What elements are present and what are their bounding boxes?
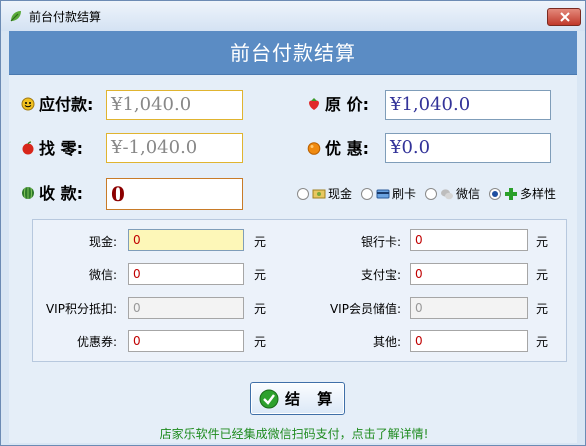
- other-label: 其他:: [372, 335, 401, 349]
- radio-wechat[interactable]: 微信: [425, 186, 487, 202]
- payment-window: 前台付款结算 前台付款结算 应付款: ¥1,040.0 找 零: ¥-1,040…: [0, 0, 586, 446]
- close-icon: [560, 12, 570, 22]
- wechat-label: 微信:: [88, 268, 117, 282]
- card-icon: [376, 189, 390, 199]
- radio-dot[interactable]: [489, 188, 501, 200]
- coupon-label: 优惠券:: [76, 335, 117, 349]
- cash-input[interactable]: 0: [128, 229, 244, 251]
- change-label: 找 零:: [39, 139, 83, 158]
- discount-field: ¥0.0: [385, 133, 551, 163]
- orange-icon: [307, 142, 321, 155]
- radio-mixed-label: 多样性: [520, 187, 557, 201]
- radio-card[interactable]: 刷卡: [361, 186, 423, 202]
- check-circle-icon: [259, 389, 279, 409]
- vip-points-label: VIP积分抵扣:: [45, 302, 117, 316]
- settle-button-label: 结 算: [285, 390, 339, 408]
- window-title: 前台付款结算: [29, 10, 102, 24]
- plus-icon: [505, 188, 517, 200]
- settle-button[interactable]: 结 算: [250, 382, 345, 415]
- alipay-label: 支付宝:: [360, 268, 401, 282]
- discount-label: 优 惠:: [325, 139, 369, 158]
- radio-wechat-label: 微信: [456, 187, 481, 201]
- vip-points-unit: 元: [254, 302, 267, 316]
- received-label: 收 款:: [39, 184, 83, 203]
- bankcard-unit: 元: [536, 235, 549, 249]
- radio-dot[interactable]: [297, 188, 309, 200]
- leaf-icon: [10, 11, 21, 22]
- strawberry-icon: [309, 98, 319, 110]
- cash-label: 现金:: [88, 235, 117, 249]
- bankcard-label: 银行卡:: [360, 235, 401, 249]
- coupon-unit: 元: [254, 335, 267, 349]
- wechat-icon: [441, 189, 453, 200]
- received-amount-input[interactable]: 0: [106, 178, 243, 210]
- radio-card-label: 刷卡: [392, 187, 417, 201]
- payable-label: 应付款:: [39, 95, 94, 114]
- watermelon-icon: [22, 187, 34, 199]
- change-amount-field: ¥-1,040.0: [106, 133, 243, 163]
- header-title: 前台付款结算: [230, 41, 356, 65]
- alipay-unit: 元: [536, 268, 549, 282]
- coupon-input[interactable]: 0: [128, 330, 244, 352]
- payable-amount-field: ¥1,040.0: [106, 90, 243, 120]
- alipay-input[interactable]: 0: [410, 263, 528, 285]
- cash-unit: 元: [254, 235, 267, 249]
- close-button[interactable]: [547, 8, 581, 26]
- radio-dot[interactable]: [425, 188, 437, 200]
- radio-mixed[interactable]: 多样性: [489, 186, 561, 202]
- wechat-unit: 元: [254, 268, 267, 282]
- bankcard-input[interactable]: 0: [410, 229, 528, 251]
- wechat-input[interactable]: 0: [128, 263, 244, 285]
- title-bar[interactable]: 前台付款结算: [1, 1, 585, 31]
- other-input[interactable]: 0: [410, 330, 528, 352]
- other-unit: 元: [536, 335, 549, 349]
- vip-points-input: 0: [128, 297, 244, 319]
- apple-icon: [22, 141, 34, 155]
- original-price-label: 原 价:: [325, 95, 369, 114]
- cash-icon: [312, 189, 326, 199]
- vip-stored-label: VIP会员储值:: [329, 302, 401, 316]
- radio-cash[interactable]: 现金: [297, 186, 359, 202]
- smiley-icon: [21, 97, 35, 111]
- vip-stored-input: 0: [410, 297, 528, 319]
- radio-cash-label: 现金: [328, 187, 353, 201]
- vip-stored-unit: 元: [536, 302, 549, 316]
- promo-link[interactable]: 店家乐软件已经集成微信扫码支付，点击了解详情!: [1, 426, 586, 442]
- radio-dot[interactable]: [361, 188, 373, 200]
- original-price-field: ¥1,040.0: [385, 90, 551, 120]
- header-banner: 前台付款结算: [9, 31, 577, 75]
